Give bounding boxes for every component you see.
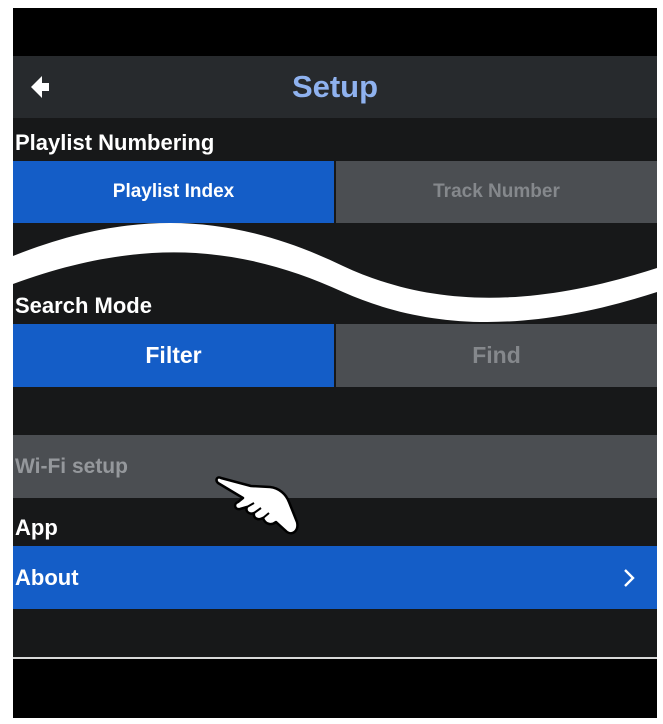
search-mode-label: Search Mode: [15, 293, 152, 318]
wifi-setup-label: Wi-Fi setup: [15, 454, 128, 478]
status-bar: [13, 8, 657, 56]
bottom-bar: [13, 657, 657, 718]
playlist-index-option[interactable]: Playlist Index: [13, 161, 334, 223]
header-bar: Setup: [13, 56, 657, 118]
search-mode-toggle: Filter Find: [13, 324, 657, 387]
playlist-numbering-toggle: Playlist Index Track Number: [13, 161, 657, 223]
playlist-numbering-label: Playlist Numbering: [15, 130, 215, 155]
find-option[interactable]: Find: [336, 324, 657, 387]
page-title: Setup: [291, 69, 379, 104]
chevron-right-icon: [624, 569, 635, 587]
about-label: About: [15, 564, 79, 590]
app-section-label: App: [15, 515, 58, 540]
track-number-option[interactable]: Track Number: [336, 161, 657, 223]
wifi-setup-row[interactable]: Wi-Fi setup: [13, 435, 657, 498]
about-row[interactable]: About: [13, 546, 657, 609]
setup-screen: Setup Playlist Numbering Playlist Index …: [13, 8, 657, 718]
filter-option[interactable]: Filter: [13, 324, 334, 387]
